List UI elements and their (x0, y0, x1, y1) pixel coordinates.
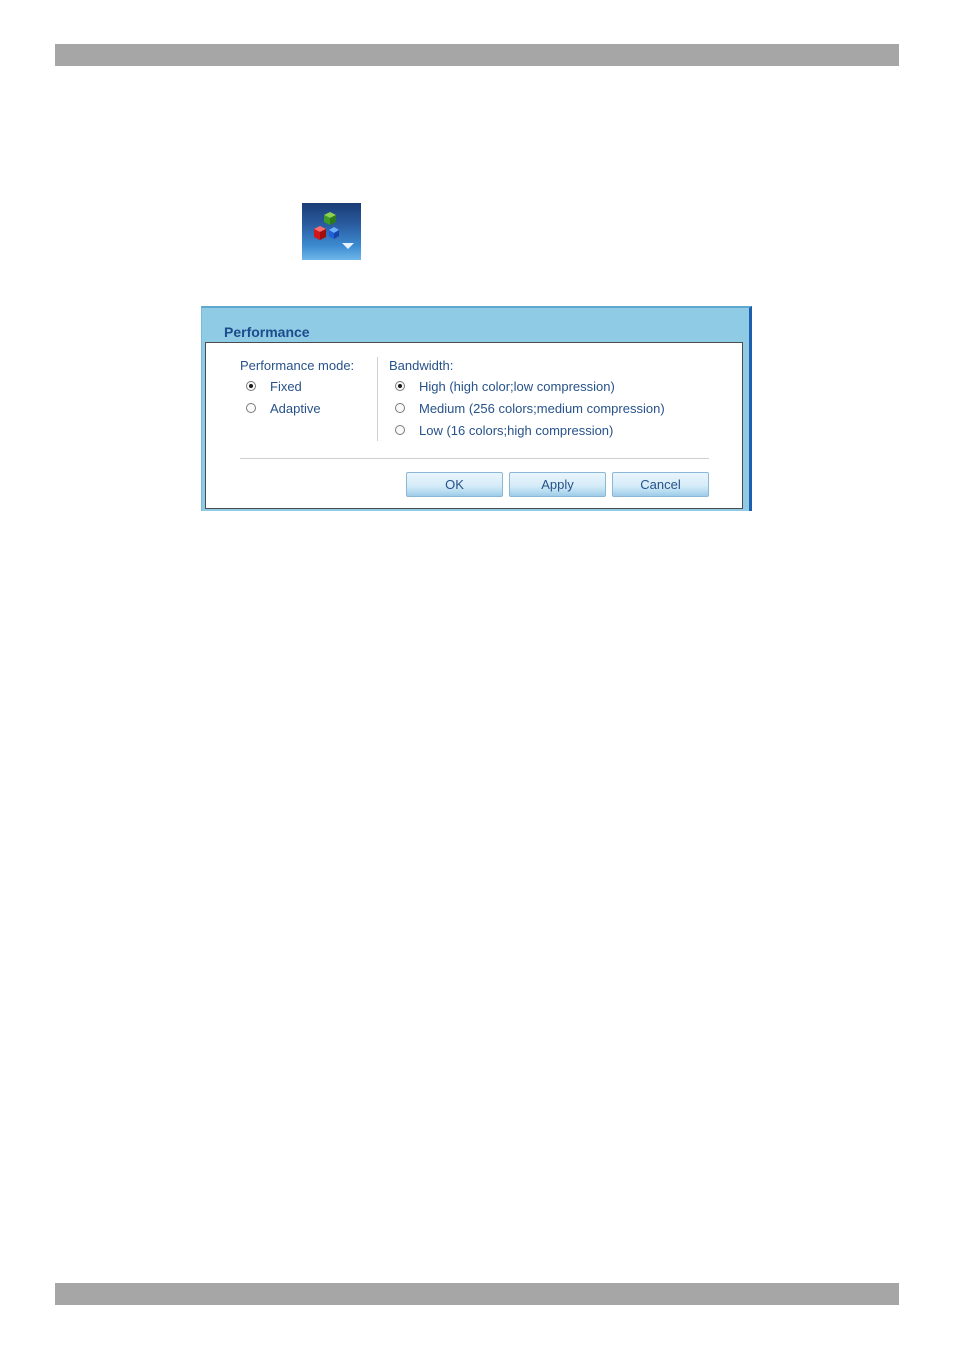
dialog-title: Performance (224, 324, 310, 340)
performance-dialog: Performance Performance mode: Fixed Adap… (201, 306, 752, 511)
dialog-body: Performance mode: Fixed Adaptive Bandwid… (205, 342, 743, 509)
radio-fixed-label: Fixed (270, 379, 302, 394)
radio-fixed-indicator[interactable] (246, 381, 256, 391)
apply-button[interactable]: Apply (509, 472, 606, 497)
page-header-bar (55, 44, 899, 66)
rgb-cubes-icon (314, 212, 354, 249)
radio-adaptive-label: Adaptive (270, 401, 321, 416)
button-separator (240, 458, 709, 459)
performance-mode-label: Performance mode: (240, 358, 355, 373)
bandwidth-label: Bandwidth: (389, 358, 454, 373)
radio-bandwidth-high-label: High (high color;low compression) (419, 379, 615, 394)
group-divider (377, 357, 378, 441)
performance-toolbar-icon[interactable] (302, 203, 361, 260)
radio-bandwidth-low-label: Low (16 colors;high compression) (419, 423, 614, 438)
ok-button[interactable]: OK (406, 472, 503, 497)
radio-bandwidth-high-indicator[interactable] (395, 381, 405, 391)
cancel-button[interactable]: Cancel (612, 472, 709, 497)
radio-bandwidth-medium-label: Medium (256 colors;medium compression) (419, 401, 665, 416)
radio-adaptive-indicator[interactable] (246, 403, 256, 413)
radio-bandwidth-medium-indicator[interactable] (395, 403, 405, 413)
page-footer-bar (55, 1283, 899, 1305)
radio-bandwidth-low-indicator[interactable] (395, 425, 405, 435)
dialog-titlebar: Performance (202, 308, 749, 342)
